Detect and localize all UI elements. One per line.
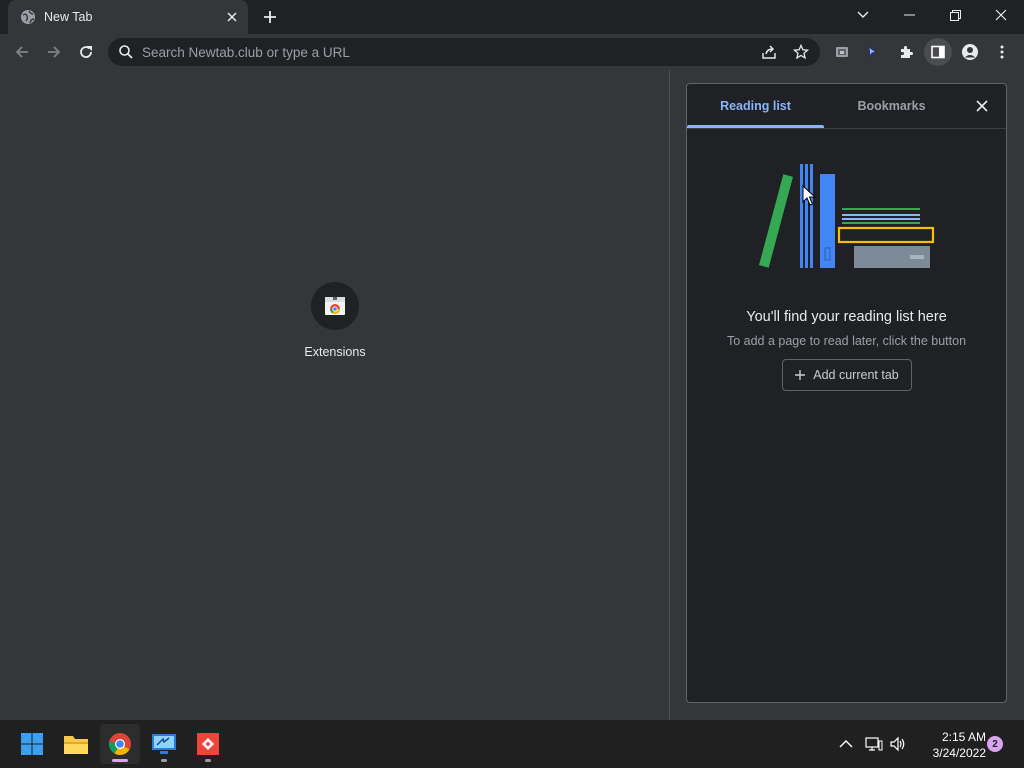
reading-list-subtext: To add a page to read later, click the b…	[726, 334, 967, 348]
extensions-store-icon	[325, 297, 345, 315]
anydesk-icon	[197, 733, 219, 755]
active-app-indicator	[112, 759, 128, 762]
extension-button-1[interactable]	[828, 38, 856, 66]
shortcut-tile[interactable]	[311, 282, 359, 330]
reading-list-heading: You'll find your reading list here	[746, 309, 947, 325]
running-app-indicator	[205, 759, 211, 762]
forward-button[interactable]	[40, 38, 68, 66]
show-hidden-icons-button[interactable]	[836, 734, 856, 754]
arrow-right-icon	[48, 46, 61, 58]
plus-icon	[264, 11, 276, 23]
profile-button[interactable]	[956, 38, 984, 66]
extension-app-icon	[836, 47, 848, 57]
taskbar: 2:15 AM 3/24/2022	[0, 720, 1024, 768]
network-icon	[865, 737, 883, 751]
add-current-tab-button[interactable]: Add current tab	[782, 359, 912, 391]
side-panel-button[interactable]	[924, 38, 952, 66]
mouse-cursor-icon	[802, 185, 816, 206]
start-button[interactable]	[12, 724, 52, 764]
reload-button[interactable]	[72, 38, 100, 66]
chrome-menu-button[interactable]	[988, 38, 1016, 66]
side-panel-close-icon[interactable]	[973, 97, 991, 115]
clock-time: 2:15 AM	[941, 730, 986, 744]
minimize-button[interactable]	[886, 0, 932, 30]
globe-icon	[20, 9, 36, 25]
browser-window: New Tab Search Newtab.club or type a URL…	[0, 0, 1024, 768]
tab-new-tab[interactable]: New Tab	[8, 0, 248, 34]
restore-icon	[949, 9, 961, 21]
add-current-tab-label: Add current tab	[813, 368, 899, 382]
running-app-indicator	[161, 759, 167, 762]
extensions-menu-button[interactable]	[892, 38, 920, 66]
share-icon[interactable]	[760, 43, 778, 61]
chrome-icon	[108, 733, 131, 755]
taskbar-anydesk[interactable]	[188, 724, 228, 764]
volume-button[interactable]	[888, 734, 908, 754]
reading-list-illustration	[759, 164, 935, 268]
bookmark-star-icon[interactable]	[792, 43, 810, 61]
shortcut-label: Extensions	[304, 345, 366, 359]
new-tab-button[interactable]	[258, 6, 282, 28]
notification-badge[interactable]: 2	[987, 736, 1003, 752]
close-icon	[995, 9, 1007, 21]
avatar-icon	[962, 44, 978, 60]
window-close-button[interactable]	[978, 0, 1024, 30]
arrow-left-icon	[15, 46, 28, 58]
taskbar-remote-desktop[interactable]	[144, 724, 184, 764]
extension-button-2[interactable]	[858, 38, 886, 66]
reload-icon	[80, 46, 92, 58]
tab-strip: New Tab	[0, 0, 1024, 34]
shortcut-extensions[interactable]: Extensions	[294, 282, 376, 359]
search-icon	[118, 44, 134, 60]
remote-desktop-icon	[152, 734, 176, 754]
tab-reading-list[interactable]: Reading list	[687, 84, 824, 128]
toolbar: Search Newtab.club or type a URL	[0, 34, 1024, 70]
network-button[interactable]	[864, 734, 884, 754]
taskbar-clock[interactable]: 2:15 AM 3/24/2022	[912, 729, 986, 761]
chevron-down-icon	[857, 11, 869, 18]
new-tab-page	[0, 70, 669, 720]
cursor-extension-icon	[868, 46, 877, 59]
omnibox[interactable]: Search Newtab.club or type a URL	[108, 38, 820, 66]
side-panel-icon	[931, 45, 945, 59]
start-icon	[21, 733, 43, 755]
tab-search-button[interactable]	[840, 0, 886, 30]
taskbar-chrome[interactable]	[100, 724, 140, 764]
speaker-icon	[890, 736, 905, 752]
taskbar-file-explorer[interactable]	[56, 724, 96, 764]
side-panel: Reading list Bookmarks You'll find your …	[686, 83, 1007, 703]
clock-date: 3/24/2022	[932, 746, 986, 760]
puzzle-icon	[901, 46, 913, 58]
restore-button[interactable]	[932, 0, 978, 30]
panel-header-divider	[687, 128, 1006, 129]
back-button[interactable]	[8, 38, 36, 66]
omnibox-placeholder[interactable]: Search Newtab.club or type a URL	[142, 45, 350, 60]
plus-icon	[795, 370, 806, 380]
tab-title: New Tab	[44, 10, 93, 24]
chevron-up-icon	[839, 740, 853, 748]
close-tab-icon[interactable]	[222, 7, 242, 27]
tab-bookmarks[interactable]: Bookmarks	[824, 84, 959, 128]
file-explorer-icon	[64, 736, 88, 754]
kebab-menu-icon	[1000, 45, 1004, 59]
minimize-icon	[903, 14, 915, 16]
